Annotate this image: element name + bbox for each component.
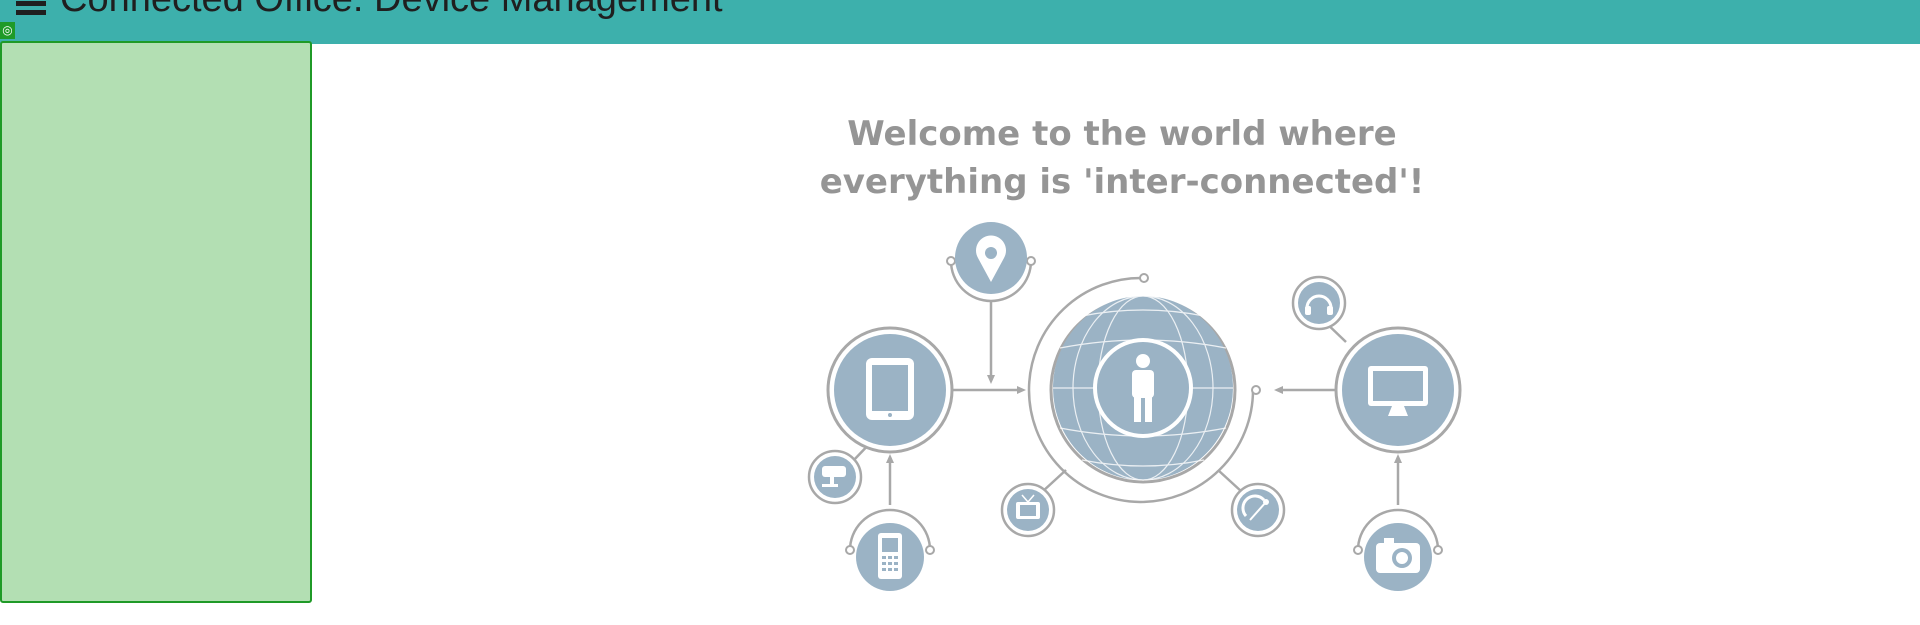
camera-icon <box>1364 523 1432 591</box>
cctv-camera-icon <box>807 449 863 505</box>
tv-icon <box>1000 482 1056 538</box>
app-title-text: Connected Office: Device Management <box>60 0 723 20</box>
headphones-icon <box>1291 275 1347 331</box>
app-title: Connected Office: Device Management <box>16 0 723 21</box>
satellite-dish-icon <box>1230 482 1286 538</box>
app-header: Connected Office: Device Management <box>0 0 1920 44</box>
welcome-line-1: Welcome to the world where <box>847 114 1397 154</box>
mobile-phone-icon <box>856 523 924 591</box>
target-icon[interactable]: ◎ <box>0 22 15 39</box>
location-pin-icon <box>955 222 1027 294</box>
connectivity-illustration <box>807 222 1462 591</box>
desktop-monitor-icon <box>1334 326 1462 454</box>
person-globe-icon <box>1049 295 1237 484</box>
welcome-line-2: everything is 'inter-connected'! <box>819 162 1425 202</box>
tablet-icon <box>826 326 954 454</box>
hamburger-menu-icon[interactable] <box>16 0 46 15</box>
sidebar-panel <box>0 41 312 603</box>
welcome-heading: Welcome to the world where everything is… <box>772 110 1472 206</box>
